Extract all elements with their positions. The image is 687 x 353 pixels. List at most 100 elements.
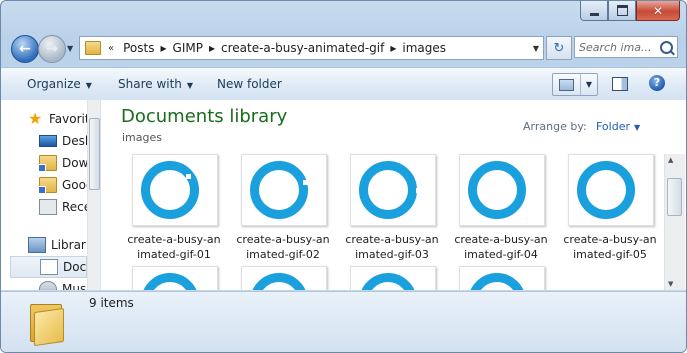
folder-icon — [85, 41, 101, 55]
content-scrollbar-thumb[interactable] — [667, 178, 682, 216]
content-scrollbar[interactable]: ▲ ▼ — [664, 154, 685, 290]
scroll-down-icon[interactable]: ▼ — [668, 280, 673, 288]
file-thumbnail[interactable] — [459, 266, 545, 290]
file-name-line: imated-gif-03 — [355, 248, 429, 261]
breadcrumb-create-a-busy-animated-gif[interactable]: create-a-busy-animated-gif — [218, 41, 387, 55]
library-icon — [28, 237, 46, 253]
file-thumbnail[interactable] — [459, 154, 545, 226]
chevron-down-icon: ▼ — [634, 123, 641, 132]
refresh-icon: ↻ — [553, 40, 565, 56]
breadcrumb-separator[interactable]: ▸ — [157, 41, 169, 55]
share-with-label: Share with — [118, 77, 182, 91]
nav-item-label: Libraries — [51, 238, 87, 252]
arrange-by-label: Arrange by: — [523, 120, 587, 133]
organize-button[interactable]: Organize ▼ — [27, 77, 92, 91]
nav-item-documents[interactable]: Documents — [10, 256, 87, 278]
file-name-line: create-a-busy-an — [127, 233, 221, 246]
nav-scrollbar-thumb[interactable] — [89, 118, 100, 190]
recent-pages-dropdown[interactable]: ▼ — [67, 44, 73, 53]
nav-item-music[interactable]: Music — [1, 278, 87, 290]
minimize-icon — [589, 12, 599, 16]
busy-ring-image — [359, 273, 417, 290]
address-dropdown[interactable]: ▼ — [528, 44, 543, 53]
nav-item-label: Documents — [63, 260, 87, 274]
progress-dot — [186, 174, 191, 179]
new-folder-button[interactable]: New folder — [217, 77, 282, 91]
nav-item-downloads[interactable]: Downloads — [1, 152, 87, 174]
search-input[interactable] — [579, 39, 659, 55]
nav-item-libraries[interactable]: Libraries — [1, 234, 87, 256]
chevron-down-icon: ▼ — [186, 81, 194, 90]
nav-item-favorites[interactable]: ★ Favorites — [1, 108, 87, 130]
forward-button[interactable]: → — [38, 35, 66, 63]
progress-dot — [271, 286, 276, 290]
arrange-by-value: Folder — [596, 120, 630, 133]
documents-icon — [40, 259, 58, 275]
busy-ring-image — [468, 273, 526, 290]
nav-item-recent-places[interactable]: Recent Places — [1, 196, 87, 218]
nav-item-google-drive[interactable]: Google Drive — [1, 174, 87, 196]
file-thumbnail[interactable] — [132, 266, 218, 290]
minimize-button[interactable] — [580, 1, 608, 21]
search-box[interactable] — [574, 36, 678, 58]
progress-dot — [525, 200, 530, 205]
navigation-pane: ★ Favorites Desktop Downloads Google Dri… — [1, 100, 99, 290]
breadcrumb-separator[interactable]: ▸ — [387, 41, 399, 55]
overflow-chevron[interactable]: « — [108, 43, 114, 54]
view-icon[interactable] — [553, 74, 581, 95]
file-name-line: create-a-busy-an — [563, 233, 657, 246]
address-bar[interactable]: « Posts ▸ GIMP ▸ create-a-busy-animated-… — [79, 36, 544, 60]
command-bar: Organize ▼ Share with ▼ New folder ▼ ? — [1, 67, 686, 101]
back-button[interactable]: ← — [11, 35, 39, 63]
share-with-button[interactable]: Share with ▼ — [118, 77, 193, 91]
help-icon[interactable]: ? — [649, 75, 665, 91]
file-thumbnail[interactable] — [241, 154, 327, 226]
explorer-window: ✕ ← → ▼ « Posts ▸ GIMP ▸ create-a-busy-a… — [0, 0, 687, 353]
folder-icon — [38, 177, 57, 194]
arrange-by-dropdown[interactable]: Folder ▼ — [596, 120, 640, 133]
progress-dot — [390, 284, 395, 289]
close-icon: ✕ — [652, 3, 664, 18]
nav-item-desktop[interactable]: Desktop — [1, 130, 87, 152]
busy-ring-image — [577, 161, 635, 219]
breadcrumb-images[interactable]: images — [399, 41, 449, 55]
file-name[interactable]: create-a-busy-an imated-gif-01 — [119, 232, 229, 262]
maximize-button[interactable] — [608, 1, 636, 21]
file-thumbnail[interactable] — [241, 266, 327, 290]
refresh-button[interactable]: ↻ — [546, 36, 572, 60]
library-subtitle: images — [122, 131, 162, 144]
busy-ring-image — [250, 273, 308, 290]
file-thumbnail[interactable] — [132, 154, 218, 226]
scroll-up-icon[interactable]: ▲ — [668, 156, 673, 164]
nav-item-label: Desktop — [62, 134, 87, 148]
close-button[interactable]: ✕ — [636, 1, 680, 21]
file-name-line: create-a-busy-an — [236, 233, 330, 246]
nav-pane-scrollbar[interactable] — [87, 100, 100, 290]
maximize-icon — [616, 5, 628, 16]
file-thumbnail[interactable] — [350, 266, 436, 290]
file-thumbnail[interactable] — [568, 154, 654, 226]
nav-item-label: Recent Places — [62, 200, 87, 214]
file-name[interactable]: create-a-busy-an imated-gif-03 — [337, 232, 447, 262]
nav-item-label: Favorites — [49, 112, 87, 126]
caption-buttons: ✕ — [580, 1, 680, 23]
change-view-button[interactable]: ▼ — [552, 73, 598, 96]
file-name[interactable]: create-a-busy-an imated-gif-02 — [228, 232, 338, 262]
chevron-down-icon: ▼ — [85, 81, 92, 90]
breadcrumb-separator[interactable]: ▸ — [206, 41, 218, 55]
file-name[interactable]: create-a-busy-an imated-gif-05 — [555, 232, 665, 262]
view-dropdown[interactable]: ▼ — [581, 74, 597, 95]
preview-pane-icon[interactable] — [612, 77, 628, 91]
busy-ring-image — [250, 161, 308, 219]
recent-places-icon — [39, 199, 57, 215]
progress-dot — [416, 188, 421, 193]
music-icon — [39, 281, 57, 290]
nav-item-label: Downloads — [62, 156, 87, 170]
file-name[interactable]: create-a-busy-an imated-gif-04 — [446, 232, 556, 262]
search-icon[interactable] — [660, 41, 673, 54]
breadcrumb-posts[interactable]: Posts — [120, 41, 157, 55]
file-list: Documents library images Arrange by: Fol… — [100, 100, 686, 290]
breadcrumb-gimp[interactable]: GIMP — [170, 41, 206, 55]
details-pane: 9 items — [1, 291, 686, 352]
file-thumbnail[interactable] — [350, 154, 436, 226]
